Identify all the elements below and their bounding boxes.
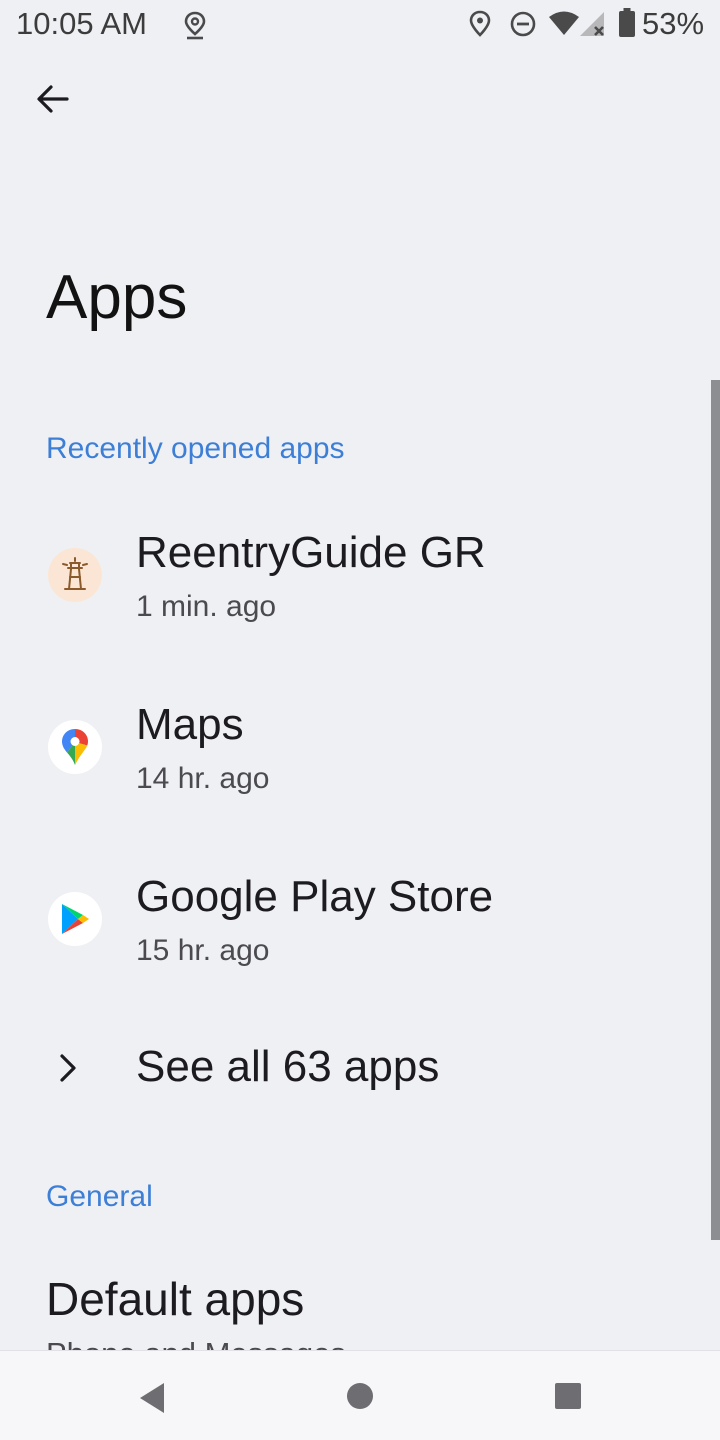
nav-back-icon[interactable] [136,1381,168,1415]
app-last-opened: 15 hr. ago [136,934,270,967]
lighthouse-icon [48,548,102,602]
back-button[interactable] [26,72,80,126]
battery-icon [619,8,635,37]
google-maps-icon [48,720,102,774]
app-last-opened: 1 min. ago [136,590,277,623]
status-bar: 10:05 AM 53% [0,0,720,50]
scrollbar[interactable] [711,380,720,1240]
default-apps-title: Default apps [46,1273,305,1325]
app-item-google-play-store[interactable]: Google Play Store 15 hr. ago [0,848,700,988]
location-outline-icon [184,11,206,40]
apps-settings-screen: 10:05 AM 53% Apps Recently opened apps R… [0,0,720,1440]
app-last-opened: 14 hr. ago [136,762,270,795]
see-all-apps-label: See all 63 apps [136,1042,440,1091]
nav-home-icon[interactable] [345,1381,375,1411]
google-play-icon [48,892,102,946]
back-arrow-icon [37,85,69,113]
chevron-right-icon [60,1054,76,1082]
app-name: Google Play Store [136,872,494,921]
battery-percentage: 53% [642,6,705,41]
page-title: Apps [46,263,188,332]
app-name: ReentryGuide GR [136,528,486,577]
see-all-apps-button[interactable]: See all 63 apps [0,1020,700,1120]
app-item-reentryguide[interactable]: ReentryGuide GR 1 min. ago [0,504,700,644]
app-item-maps[interactable]: Maps 14 hr. ago [0,676,700,816]
section-header-general: General [46,1180,153,1213]
do-not-disturb-icon [510,11,536,37]
status-time: 10:05 AM [16,6,147,41]
location-icon [469,10,491,37]
navigation-bar [0,1350,720,1440]
wifi-icon [549,11,579,35]
signal-no-service-icon [580,12,604,36]
section-header-recent: Recently opened apps [46,432,345,465]
nav-recents-icon[interactable] [553,1381,583,1411]
app-name: Maps [136,700,244,749]
